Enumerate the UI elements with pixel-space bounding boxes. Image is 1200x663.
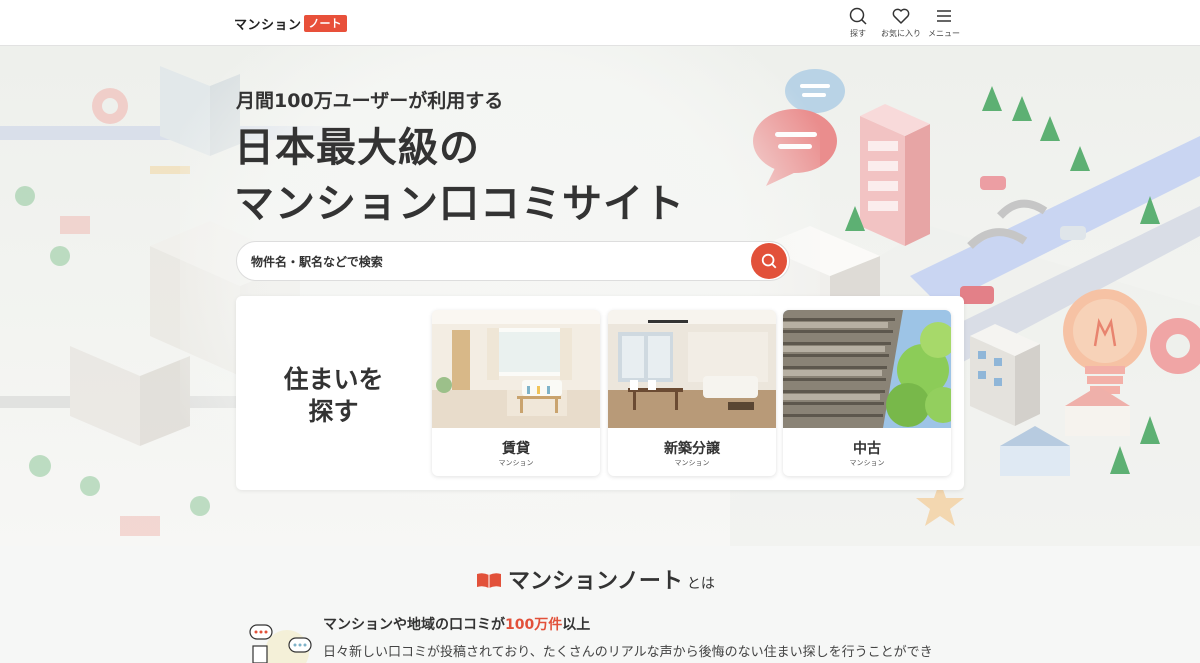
heart-icon	[892, 8, 910, 24]
site-logo[interactable]: マンション ノート	[234, 14, 347, 33]
site-header: マンション ノート 探す お気に入り メニュー	[0, 0, 1200, 46]
hero-section: 月間100万ユーザーが利用する 日本最大級の マンション口コミサイト 住まいを …	[0, 46, 1200, 546]
feature-description: 日々新しい口コミが投稿されており、たくさんのリアルな声から後悔のない住まい探しを…	[323, 645, 933, 660]
search-icon	[849, 7, 867, 25]
new-condo-card-title: 新築分譲	[664, 441, 720, 457]
search-submit-button[interactable]	[751, 243, 787, 279]
used-condo-card-subtitle: マンション	[849, 459, 885, 467]
rental-room-photo	[432, 310, 600, 428]
hamburger-icon	[937, 10, 951, 22]
nav-menu-button[interactable]: メニュー	[919, 6, 969, 39]
hero-title-line2: マンション口コミサイト	[234, 181, 685, 227]
used-condo-card[interactable]: 中古 マンション	[783, 310, 951, 476]
open-book-icon	[477, 573, 501, 588]
new-condo-room-photo	[608, 310, 776, 428]
search-bar	[236, 241, 790, 281]
hero-subtitle: 月間100万ユーザーが利用する	[236, 90, 504, 112]
find-home-label: 住まいを 探す	[281, 364, 386, 428]
find-home-label-line2: 探す	[308, 397, 359, 426]
about-brand-name: マンションノート	[508, 569, 683, 594]
feature-title-highlight: 100万件	[505, 617, 563, 633]
feature-title-suffix: 以上	[562, 617, 591, 633]
rental-card-title: 賃貸	[502, 441, 530, 457]
find-home-label-line1: 住まいを	[283, 365, 384, 394]
logo-text: マンション	[234, 17, 302, 33]
nav-favorites-label: お気に入り	[881, 29, 921, 38]
rental-mansion-card[interactable]: 賃貸 マンション	[432, 310, 600, 476]
used-condo-card-title: 中古	[853, 441, 881, 457]
feature-title: マンションや地域の口コミが100万件以上	[323, 614, 590, 634]
feature-title-prefix: マンションや地域の口コミが	[323, 617, 505, 633]
find-home-panel: 住まいを 探す 賃貸 マンション 新築分譲 マンション 中古 マンション	[236, 296, 964, 490]
search-icon	[761, 253, 777, 269]
hero-title: 日本最大級の マンション口コミサイト	[234, 120, 685, 232]
hero-title-line1: 日本最大級の	[234, 125, 480, 171]
search-input[interactable]	[251, 250, 741, 274]
logo-badge: ノート	[303, 14, 347, 32]
nav-menu-label: メニュー	[928, 29, 960, 38]
review-chat-icon	[249, 624, 312, 663]
new-condo-card[interactable]: 新築分譲 マンション	[608, 310, 776, 476]
used-condo-building-photo	[783, 310, 951, 428]
rental-card-subtitle: マンション	[498, 459, 534, 467]
new-condo-card-subtitle: マンション	[674, 459, 710, 467]
about-heading: マンションノート とは	[476, 563, 715, 595]
nav-search-label: 探す	[850, 29, 866, 38]
about-heading-suffix: とは	[686, 576, 715, 592]
